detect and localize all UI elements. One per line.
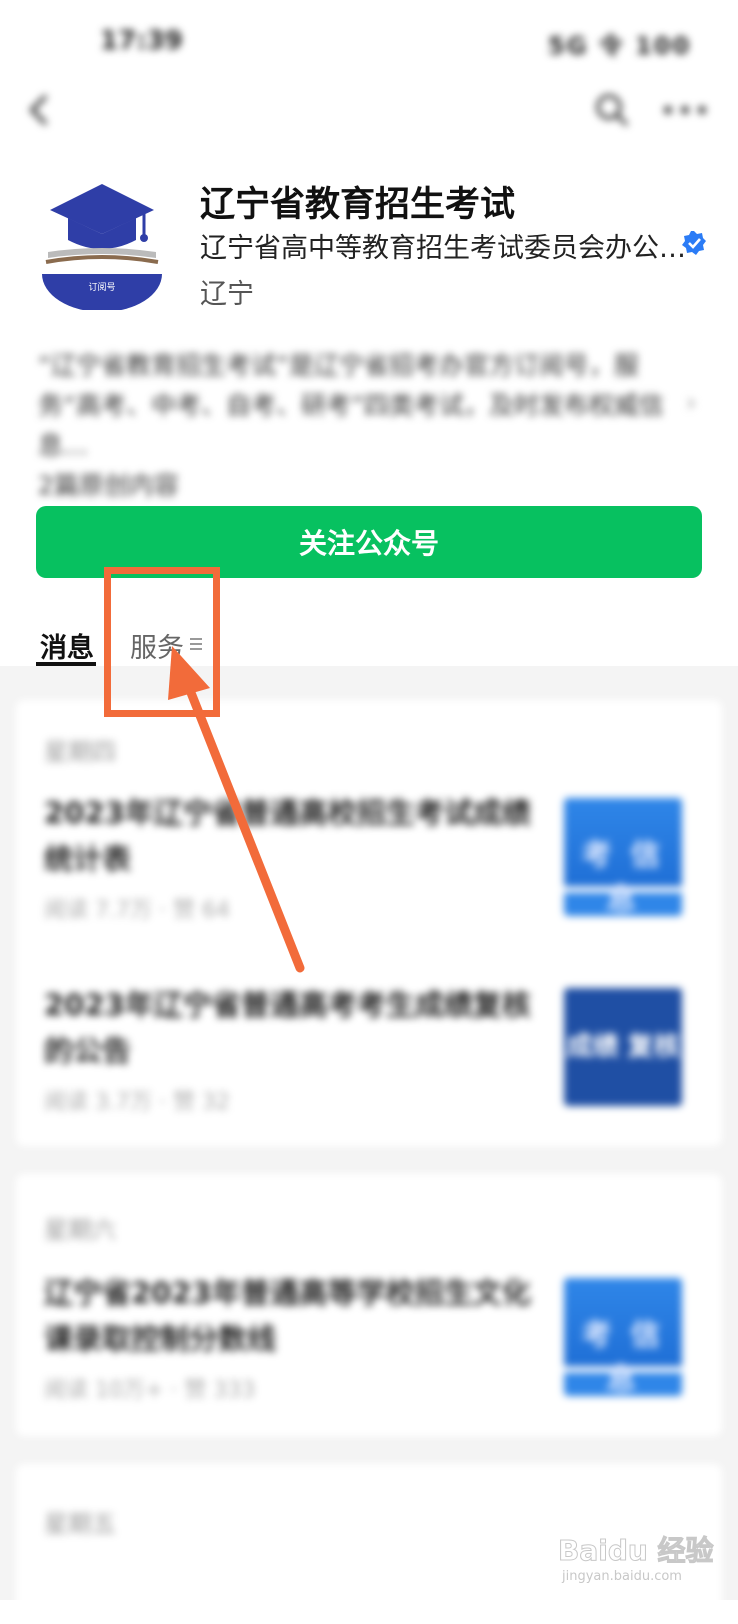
watermark-text: Baidu 经验 — [558, 1534, 714, 1567]
tab-messages[interactable]: 消息 — [40, 626, 94, 665]
account-organization[interactable]: 辽宁省高中等教育招生考试委员会办公… — [200, 226, 686, 265]
list-item[interactable]: 2023年辽宁省普通高校招生考试成绩统计表 阅读 7.7万 · 赞 64 — [44, 790, 554, 924]
chevron-right-icon[interactable]: › — [686, 388, 696, 418]
account-logo: 订阅号 — [38, 182, 166, 312]
status-indicators: 5G 令 100 — [548, 32, 692, 60]
thumbnail-text: 考 信 息 — [581, 838, 665, 917]
account-region: 辽宁 — [200, 279, 254, 310]
article-title: 2023年辽宁省普通高考考生成绩复核的公告 — [44, 988, 531, 1068]
status-time: 17:39 — [100, 26, 183, 56]
article-thumbnail[interactable]: 成绩 复核 — [564, 988, 682, 1106]
feed-card: 星期六 辽宁省2023年普通高等学校招生文化课录取控制分数线 阅读 10万+ ·… — [16, 1174, 722, 1436]
watermark-sub: jingyan.baidu.com — [561, 1569, 682, 1584]
account-intro[interactable]: “辽宁省教育招生考试”是辽宁省招考办官方订阅号，服务“高考、中考、自考、研考”四… — [38, 346, 688, 506]
intro-count: 2篇原创内容 — [38, 471, 179, 500]
list-item[interactable]: 2023年辽宁省普通高考考生成绩复核的公告 阅读 3.7万 · 赞 32 — [44, 982, 554, 1116]
article-thumbnail[interactable]: 考 信 息 — [564, 798, 682, 917]
more-dots-icon[interactable] — [660, 98, 710, 122]
chevron-left-icon[interactable] — [20, 90, 60, 130]
list-item[interactable]: 辽宁省2023年普通高等学校招生文化课录取控制分数线 阅读 10万+ · 赞 3… — [44, 1270, 554, 1404]
status-bar: 17:39 5G 令 100 — [0, 0, 738, 88]
intro-text: “辽宁省教育招生考试”是辽宁省招考办官方订阅号，服务“高考、中考、自考、研考”四… — [38, 351, 664, 460]
article-meta: 阅读 10万+ · 赞 333 — [44, 1378, 256, 1403]
tab-active-indicator — [36, 662, 96, 666]
article-title: 辽宁省2023年普通高等学校招生文化课录取控制分数线 — [44, 1276, 531, 1356]
feed-date: 星期五 — [44, 1510, 116, 1538]
feed-date: 星期四 — [44, 738, 116, 766]
feed-date: 星期六 — [44, 1216, 116, 1244]
thumbnail-text: 考 信 息 — [581, 1318, 665, 1397]
feed-card: 星期四 2023年辽宁省普通高校招生考试成绩统计表 阅读 7.7万 · 赞 64… — [16, 700, 722, 1146]
account-name: 辽宁省教育招生考试 — [200, 185, 516, 225]
search-icon[interactable] — [594, 92, 630, 128]
baidu-watermark: Baidu 经验 jingyan.baidu.com — [556, 1530, 726, 1586]
verified-badge-icon — [681, 230, 707, 256]
article-thumbnail[interactable]: 考 信 息 — [564, 1278, 682, 1397]
annotation-highlight-box — [104, 567, 220, 717]
article-meta: 阅读 7.7万 · 赞 64 — [44, 898, 230, 923]
article-meta: 阅读 3.7万 · 赞 32 — [44, 1090, 230, 1115]
article-title: 2023年辽宁省普通高校招生考试成绩统计表 — [44, 796, 531, 876]
logo-text: 订阅号 — [88, 282, 115, 293]
